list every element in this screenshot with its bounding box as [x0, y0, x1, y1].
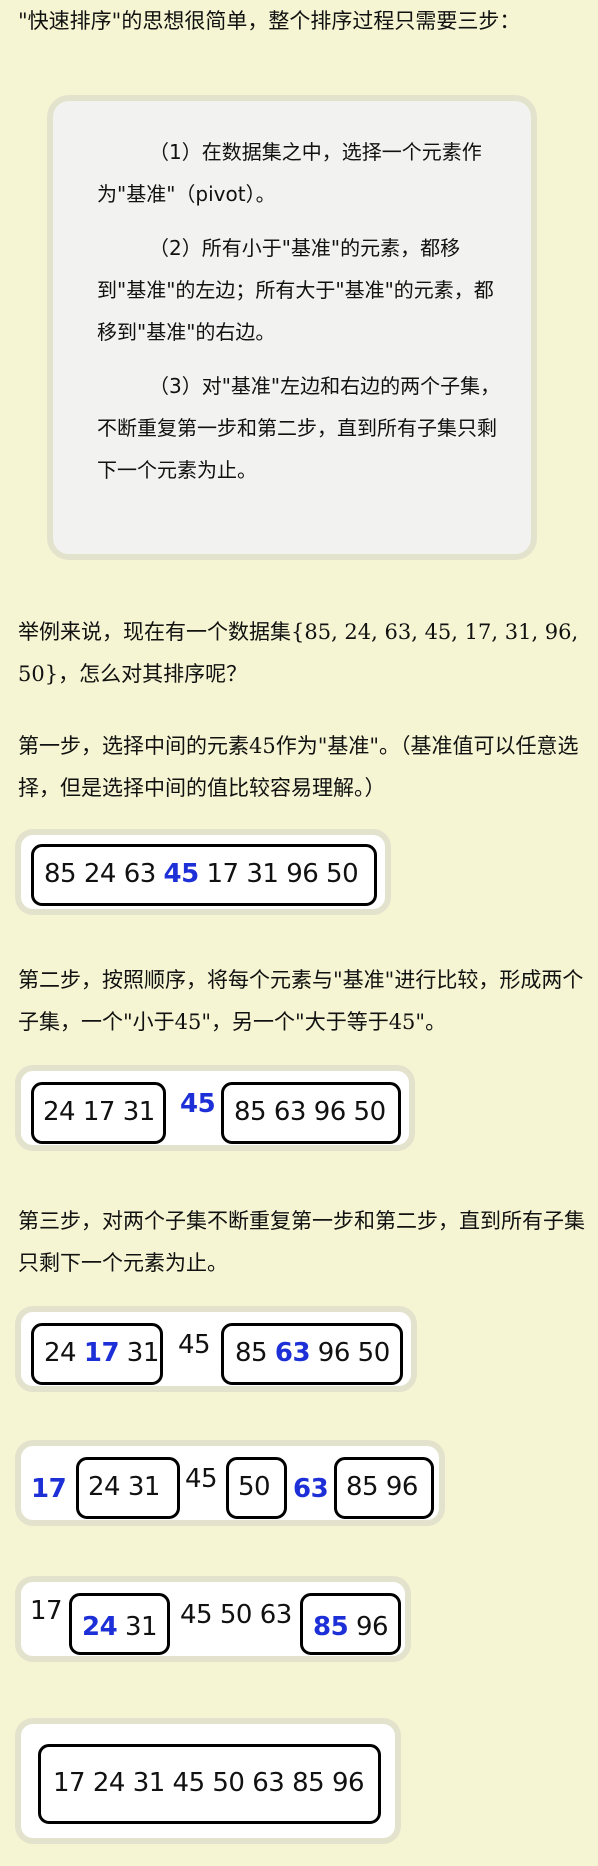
algorithm-step-2: （2）所有小于"基准"的元素，都移到"基准"的左边；所有大于"基准"的元素，都移…	[97, 236, 494, 344]
diagram-step2: 24 17 31 45 85 63 96 50	[15, 1065, 415, 1151]
right-subset-box: 85 63 96 50	[221, 1323, 403, 1385]
left-subset-value: 24	[44, 1338, 84, 1368]
sorted-values: 45 50 63	[180, 1600, 292, 1630]
subset-box: 85 96	[334, 1457, 434, 1519]
diagram-step3: 24 17 31 45 85 63 96 50	[15, 1306, 417, 1392]
right-subset-values: 85 63 96 50	[234, 1097, 386, 1127]
pivot-value: 45	[185, 1464, 218, 1494]
algorithm-step-3: （3）对"基准"左边和右边的两个子集，不断重复第一步和第二步，直到所有子集只剩下…	[97, 374, 501, 482]
left-pivot-value: 17	[83, 1338, 120, 1368]
left-subset-values: 24 17 31	[43, 1097, 155, 1127]
subset-values: 24 31	[88, 1472, 160, 1502]
subset-pivot-value: 24	[82, 1612, 118, 1642]
right-subset-value: 96 50	[310, 1338, 390, 1368]
diagram-final: 17 24 31 45 50 63 85 96	[15, 1718, 401, 1844]
algorithm-step-1: （1）在数据集之中，选择一个元素作为"基准"（pivot）。	[97, 140, 482, 206]
dataset-box: 85 24 63 45 17 31 96 50	[31, 844, 377, 906]
left-subset-box: 24 17 31	[31, 1323, 163, 1385]
step3-text: 第三步，对两个子集不断重复第一步和第二步，直到所有子集只剩下一个元素为止。	[18, 1209, 585, 1275]
subset-values: 50	[238, 1472, 271, 1502]
values-after-pivot: 17 31 96 50	[198, 859, 359, 889]
subset-values: 85 96	[346, 1472, 418, 1502]
step1-text: 第一步，选择中间的元素45作为"基准"。（基准值可以任意选择，但是选择中间的值比…	[18, 734, 579, 800]
subset-value: 96	[348, 1612, 389, 1642]
pivot-value: 45	[163, 859, 200, 889]
diagram-step5: 17 24 31 45 50 63 85 96	[15, 1576, 411, 1662]
diagram-step4: 17 24 31 45 50 63 85 96	[15, 1440, 445, 1526]
right-subset-value: 85	[235, 1338, 275, 1368]
example-text: 举例来说，现在有一个数据集{85, 24, 63, 45, 17, 31, 96…	[18, 620, 579, 686]
values-before-pivot: 85 24 63	[44, 859, 164, 889]
sorted-result-values: 17 24 31 45 50 63 85 96	[53, 1768, 365, 1798]
subset-box: 85 96	[300, 1593, 401, 1655]
pivot-value: 45	[180, 1089, 216, 1119]
left-subset-value: 31	[119, 1338, 160, 1368]
left-subset-box: 24 17 31	[31, 1082, 166, 1144]
sorted-result-box: 17 24 31 45 50 63 85 96	[38, 1744, 381, 1824]
right-subset-box: 85 63 96 50	[221, 1082, 401, 1144]
right-pivot-value: 63	[293, 1474, 329, 1504]
subset-pivot-value: 85	[313, 1612, 349, 1642]
sorted-value: 17	[30, 1596, 63, 1626]
algorithm-steps-box: （1）在数据集之中，选择一个元素作为"基准"（pivot）。 （2）所有小于"基…	[47, 95, 537, 560]
subset-box: 50	[226, 1457, 287, 1519]
subset-box: 24 31	[69, 1593, 170, 1655]
right-pivot-value: 63	[274, 1338, 311, 1368]
pivot-value: 45	[178, 1330, 211, 1360]
subset-value: 31	[117, 1612, 158, 1642]
subset-box: 24 31	[76, 1457, 180, 1519]
diagram-step1: 85 24 63 45 17 31 96 50	[15, 829, 391, 915]
intro-text: "快速排序"的思想很简单，整个排序过程只需要三步：	[18, 9, 521, 33]
step2-text: 第二步，按照顺序，将每个元素与"基准"进行比较，形成两个子集，一个"小于45"，…	[18, 968, 584, 1034]
left-pivot-value: 17	[31, 1474, 67, 1504]
